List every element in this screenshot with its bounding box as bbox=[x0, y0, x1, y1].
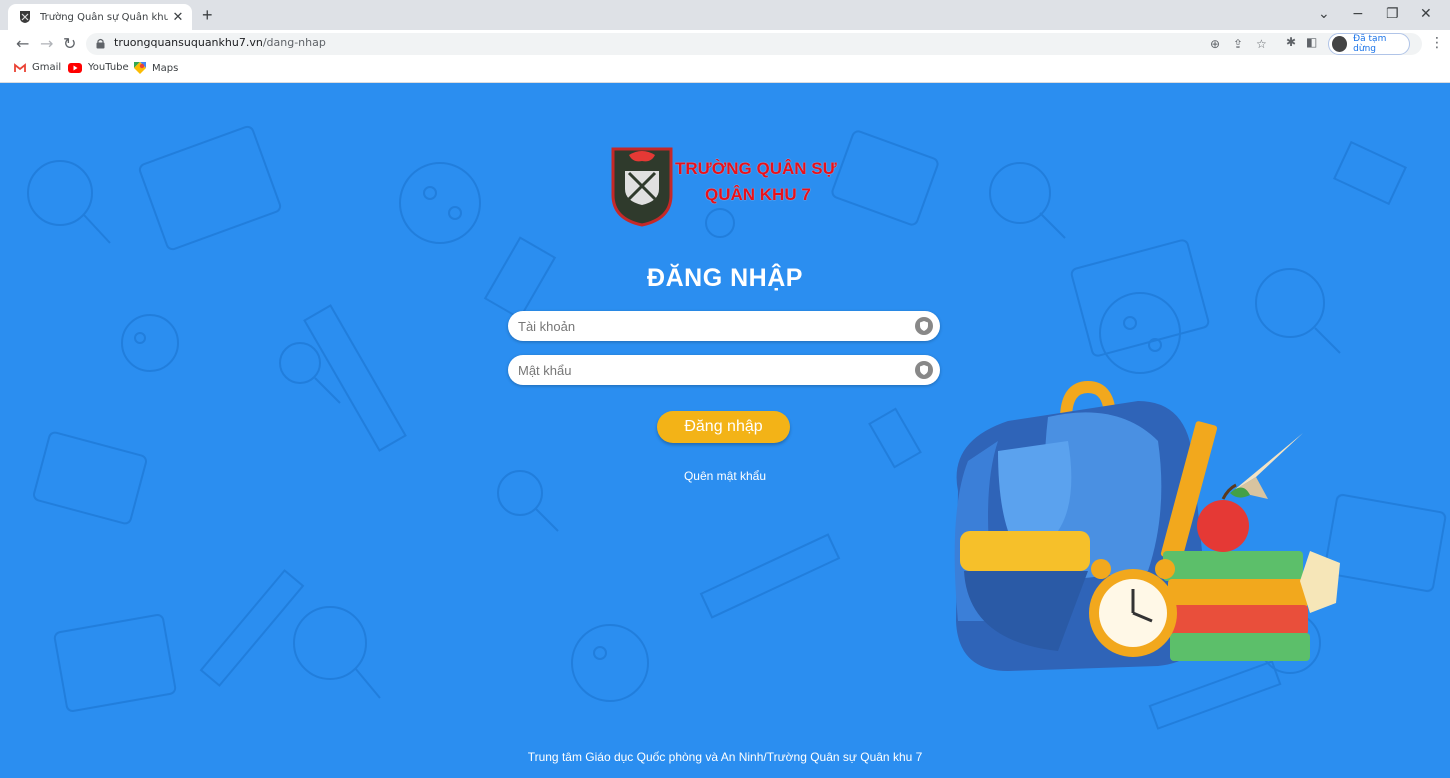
login-button[interactable]: Đăng nhập bbox=[657, 411, 790, 443]
browser-tab[interactable]: Trường Quân sự Quân khu 7 - Trư ✕ bbox=[8, 4, 192, 30]
back-button[interactable]: ← bbox=[16, 34, 29, 54]
username-field bbox=[508, 311, 940, 341]
bookmark-gmail[interactable]: Gmail bbox=[14, 62, 61, 73]
minimize-button[interactable]: − bbox=[1352, 6, 1364, 22]
shield-emblem-icon bbox=[611, 147, 673, 227]
site-favicon-icon bbox=[20, 11, 30, 23]
bookmark-youtube[interactable]: YouTube bbox=[68, 62, 129, 73]
lock-icon bbox=[96, 38, 105, 49]
youtube-icon bbox=[68, 62, 82, 73]
tab-search-chevron-icon[interactable]: ⌄ bbox=[1318, 6, 1330, 22]
profile-label: Đã tạm dừng bbox=[1353, 34, 1387, 54]
url-domain: truongquansuquankhu7.vn bbox=[114, 36, 263, 49]
login-page: TRƯỜNG QUÂN SỰ QUÂN KHU 7 ĐĂNG NHẬP Đăng… bbox=[0, 83, 1450, 778]
address-bar[interactable]: truongquansuquankhu7.vn/dang-nhap ⊕ ⇪ ☆ bbox=[86, 33, 1422, 55]
close-tab-icon[interactable]: ✕ bbox=[168, 9, 188, 25]
bookmark-gmail-label: Gmail bbox=[32, 62, 62, 73]
school-name-line2: QUÂN KHU 7 bbox=[705, 185, 811, 204]
tab-strip: Trường Quân sự Quân khu 7 - Trư ✕ + ⌄ − … bbox=[0, 0, 1450, 30]
share-icon[interactable]: ⇪ bbox=[1233, 37, 1243, 51]
password-input[interactable] bbox=[508, 355, 918, 385]
bookmarks-bar: Gmail YouTube Maps bbox=[0, 58, 1450, 83]
page-title: ĐĂNG NHẬP bbox=[647, 264, 803, 292]
username-shield-icon bbox=[915, 317, 933, 335]
bookmark-star-icon[interactable]: ☆ bbox=[1256, 37, 1267, 51]
restore-button[interactable]: ❐ bbox=[1386, 6, 1399, 22]
school-logo: TRƯỜNG QUÂN SỰ QUÂN KHU 7 bbox=[611, 143, 851, 233]
reload-button[interactable]: ↻ bbox=[63, 34, 76, 54]
bookmark-maps[interactable]: Maps bbox=[134, 62, 178, 74]
shield-lock-icon bbox=[920, 365, 928, 375]
bookmark-maps-label: Maps bbox=[152, 62, 179, 74]
tab-title: Trường Quân sự Quân khu 7 - Trư bbox=[40, 11, 168, 23]
footer-text: Trung tâm Giáo dục Quốc phòng và An Ninh… bbox=[527, 750, 923, 764]
browser-menu-icon[interactable]: ⋮ bbox=[1430, 35, 1444, 51]
forward-button[interactable]: → bbox=[40, 34, 53, 54]
maps-icon bbox=[134, 62, 146, 74]
school-name-line1: TRƯỜNG QUÂN SỰ bbox=[675, 159, 837, 178]
new-tab-button[interactable]: + bbox=[202, 5, 213, 25]
side-panel-icon[interactable]: ◧ bbox=[1306, 35, 1317, 49]
password-shield-icon bbox=[915, 361, 933, 379]
username-input[interactable] bbox=[508, 311, 918, 341]
close-window-button[interactable]: ✕ bbox=[1420, 6, 1432, 22]
profile-button[interactable]: Đã tạm dừng bbox=[1328, 33, 1410, 55]
zoom-icon[interactable]: ⊕ bbox=[1210, 37, 1220, 51]
shield-check-icon bbox=[920, 321, 928, 331]
password-field bbox=[508, 355, 940, 385]
bookmark-youtube-label: YouTube bbox=[88, 62, 129, 73]
gmail-icon bbox=[14, 62, 26, 72]
url-text: truongquansuquankhu7.vn/dang-nhap bbox=[114, 36, 326, 49]
browser-toolbar: ← → ↻ truongquansuquankhu7.vn/dang-nhap … bbox=[0, 30, 1450, 58]
profile-avatar bbox=[1332, 36, 1348, 52]
backpack-illustration bbox=[954, 381, 1340, 671]
url-path: /dang-nhap bbox=[262, 36, 326, 49]
extensions-icon[interactable]: ✱ bbox=[1286, 35, 1296, 49]
